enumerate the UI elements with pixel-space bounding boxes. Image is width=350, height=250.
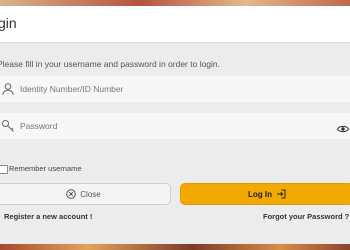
close-circle-icon: [66, 189, 77, 199]
username-field[interactable]: [0, 76, 350, 102]
login-button[interactable]: Log In: [180, 183, 350, 205]
password-field[interactable]: [0, 113, 350, 139]
background-bottom: [0, 244, 350, 250]
password-input[interactable]: [20, 118, 320, 134]
register-link[interactable]: Register a new account !: [4, 212, 92, 221]
dialog-title: gin: [0, 15, 17, 31]
forgot-password-link[interactable]: Forgot your Password ?: [263, 212, 349, 221]
login-button-label: Log In: [248, 189, 272, 199]
user-icon: [1, 82, 15, 96]
login-dialog: gin Please fill in your username and pas…: [0, 6, 350, 244]
username-input[interactable]: [20, 81, 320, 97]
eye-icon[interactable]: [336, 121, 350, 133]
dialog-header: gin: [0, 6, 350, 43]
close-button-label: Close: [80, 189, 101, 199]
login-arrow-icon: [276, 189, 286, 199]
close-button[interactable]: Close: [0, 183, 171, 205]
remember-label: Remember username: [9, 164, 82, 173]
login-instruction: Please fill in your username and passwor…: [0, 59, 221, 69]
remember-checkbox[interactable]: [0, 165, 8, 174]
key-icon: [1, 119, 15, 133]
